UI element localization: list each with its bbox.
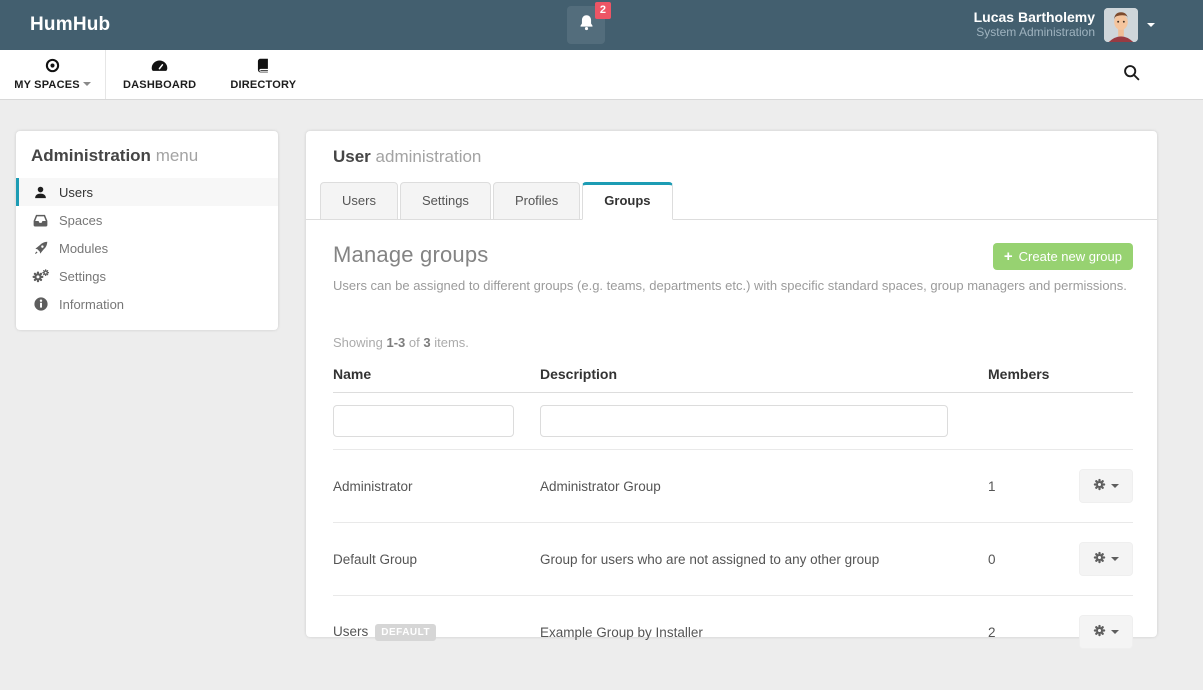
nav-label-directory: DIRECTORY [230, 79, 297, 91]
nav-item-directory[interactable]: DIRECTORY [213, 50, 313, 99]
create-new-group-label: Create new group [1018, 249, 1122, 264]
sidebar-item-label: Modules [59, 240, 109, 256]
section-heading: Manage groups [333, 242, 489, 267]
column-header-description: Description [540, 354, 988, 393]
user-administration-panel: User administration Users Settings Profi… [306, 131, 1157, 668]
summary-range: 1-3 [386, 335, 406, 350]
plus-icon: + [1003, 247, 1013, 265]
groups-table: Name Description Members Administrator A… [333, 354, 1133, 668]
group-members-count: 1 [988, 449, 1056, 523]
filter-row [333, 393, 1133, 450]
summary-showing: Showing [333, 335, 383, 350]
account-menu[interactable]: Lucas Bartholemy System Administration [974, 0, 1155, 50]
tab-groups[interactable]: Groups [582, 182, 673, 220]
page-title-main: User [333, 147, 371, 166]
group-members-count: 2 [988, 595, 1056, 668]
inbox-icon [31, 214, 50, 227]
page-title: User administration [306, 131, 1157, 182]
sidebar-item-information[interactable]: Information [16, 290, 278, 318]
administration-menu-title: Administration menu [16, 131, 278, 178]
group-name: Default Group [333, 551, 418, 567]
nav-label-dashboard: DASHBOARD [123, 79, 197, 91]
search-icon [1123, 64, 1140, 86]
chevron-down-icon [82, 82, 91, 86]
nav-item-dashboard[interactable]: DASHBOARD [106, 50, 213, 99]
chevron-down-icon [1111, 557, 1119, 561]
avatar[interactable] [1104, 8, 1138, 42]
user-icon [31, 186, 50, 199]
chevron-down-icon [1111, 484, 1119, 488]
sidebar-item-label: Settings [59, 268, 106, 284]
sidebar-item-spaces[interactable]: Spaces [16, 206, 278, 234]
tab-profiles[interactable]: Profiles [492, 182, 581, 220]
notifications-button[interactable]: 2 [567, 2, 611, 44]
user-name: Lucas Bartholemy [973, 9, 1095, 25]
top-bar: HumHub 2 Lucas Bartholemy System Adminis… [0, 0, 1203, 50]
search-button[interactable] [1111, 50, 1151, 100]
table-summary: Showing 1-3 of 3 items. [333, 335, 1133, 350]
name-filter-input[interactable] [333, 405, 514, 437]
tab-settings[interactable]: Settings [399, 182, 491, 220]
summary-items: items. [434, 335, 469, 350]
default-badge: DEFAULT [375, 623, 437, 641]
brand-logo[interactable]: HumHub [30, 14, 110, 36]
account-text: Lucas Bartholemy System Administration [974, 10, 1095, 40]
book-icon [256, 58, 270, 73]
summary-total: 3 [423, 335, 431, 350]
tab-bar: Users Settings Profiles Groups [306, 182, 1157, 220]
column-header-name: Name [333, 354, 540, 393]
description-filter-input[interactable] [540, 405, 948, 437]
sidebar-item-label: Information [59, 296, 125, 312]
dashboard-icon [151, 58, 168, 73]
nav-label-my-spaces: MY SPACES [14, 79, 80, 91]
chevron-down-icon [1111, 630, 1119, 634]
section-description: Users can be assigned to different group… [333, 278, 1127, 293]
gears-icon [31, 269, 50, 283]
group-actions-button[interactable] [1079, 469, 1133, 503]
administration-menu-panel: Administration menu Users Spaces Modules [16, 131, 278, 330]
group-actions-button[interactable] [1079, 542, 1133, 576]
user-role: System Administration [976, 25, 1095, 39]
sidebar-item-modules[interactable]: Modules [16, 234, 278, 262]
main-navigation: MY SPACES DASHBOARD DIRECTORY [0, 50, 1203, 100]
group-description: Group for users who are not assigned to … [540, 522, 988, 596]
create-new-group-button[interactable]: + Create new group [992, 243, 1133, 270]
gear-icon [1093, 551, 1106, 567]
notification-count-badge: 2 [594, 2, 611, 19]
column-header-members: Members [988, 354, 1056, 393]
group-name: Users [333, 623, 369, 639]
info-icon [31, 297, 50, 311]
table-row: Administrator Administrator Group 1 [333, 449, 1133, 523]
nav-item-my-spaces[interactable]: MY SPACES [0, 50, 106, 99]
sidebar-item-users[interactable]: Users [16, 178, 278, 206]
table-row: Users DEFAULT Example Group by Installer … [333, 595, 1133, 668]
sidebar-item-settings[interactable]: Settings [16, 262, 278, 290]
group-description: Example Group by Installer [540, 595, 988, 668]
rocket-icon [31, 241, 50, 255]
gear-icon [1093, 624, 1106, 640]
tab-users[interactable]: Users [320, 182, 398, 220]
group-actions-button[interactable] [1079, 615, 1133, 649]
sidebar-item-label: Spaces [59, 212, 103, 228]
account-caret-icon [1147, 23, 1155, 27]
sidebar-item-label: Users [59, 184, 93, 200]
page-title-suffix: administration [375, 147, 482, 166]
table-row: Default Group Group for users who are no… [333, 522, 1133, 596]
dot-circle-icon [45, 58, 60, 73]
group-description: Administrator Group [540, 449, 988, 523]
bell-icon [578, 14, 595, 36]
group-members-count: 0 [988, 522, 1056, 596]
summary-of: of [408, 335, 420, 350]
group-name: Administrator [333, 478, 413, 494]
administration-menu-title-main: Administration [31, 146, 151, 165]
gear-icon [1093, 478, 1106, 494]
administration-menu-title-suffix: menu [155, 146, 199, 165]
